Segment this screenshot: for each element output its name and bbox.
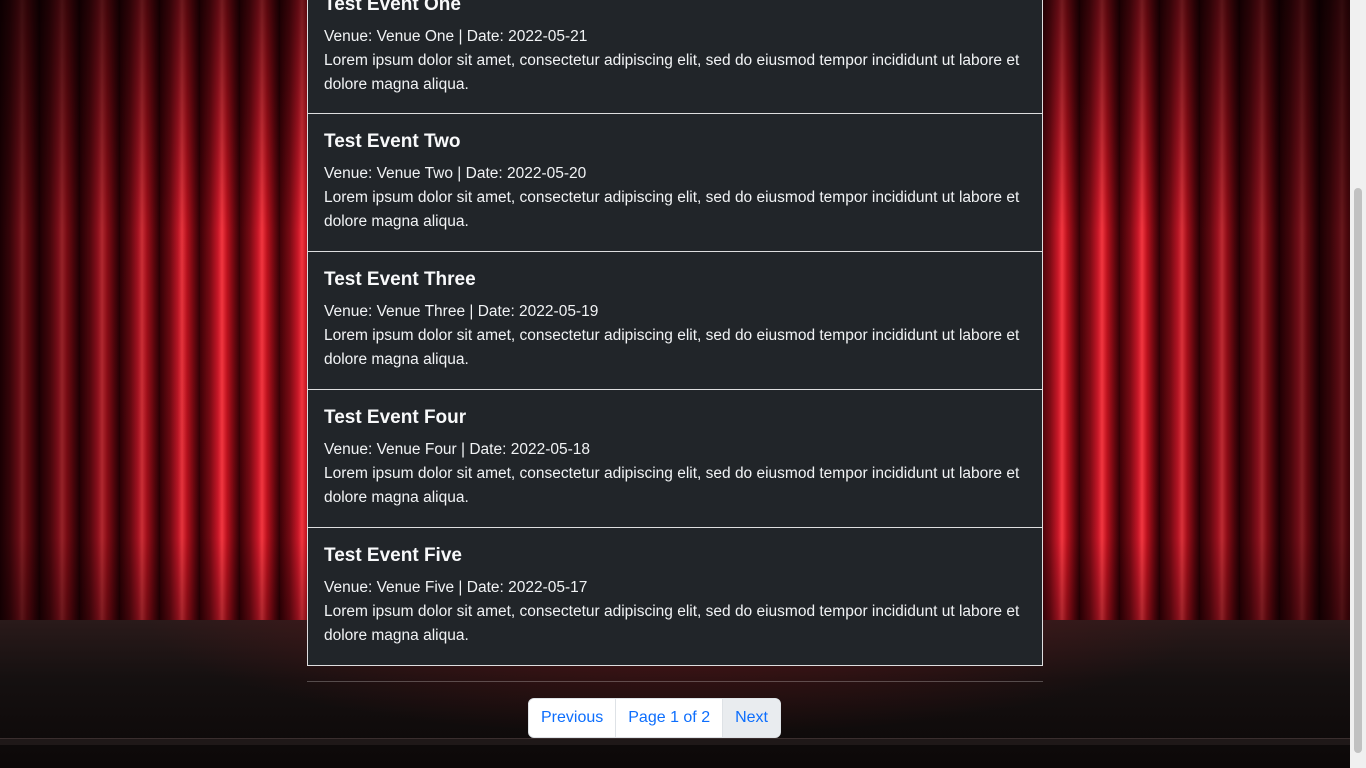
event-meta: Venue: Venue One | Date: 2022-05-21 <box>324 28 588 45</box>
event-card[interactable]: Test Event One Venue: Venue One | Date: … <box>307 0 1043 114</box>
event-card[interactable]: Test Event Two Venue: Venue Two | Date: … <box>307 114 1043 252</box>
page-indicator[interactable]: Page 1 of 2 <box>616 699 724 737</box>
next-page-button[interactable]: Next <box>723 699 780 737</box>
event-description: Lorem ipsum dolor sit amet, consectetur … <box>324 465 1020 506</box>
event-title: Test Event Two <box>324 131 461 152</box>
event-description: Lorem ipsum dolor sit amet, consectetur … <box>324 603 1020 644</box>
pagination: Previous Page 1 of 2 Next <box>528 698 781 738</box>
event-description: Lorem ipsum dolor sit amet, consectetur … <box>324 327 1020 368</box>
event-title: Test Event One <box>324 0 461 15</box>
event-card[interactable]: Test Event Four Venue: Venue Four | Date… <box>307 390 1043 528</box>
event-description: Lorem ipsum dolor sit amet, consectetur … <box>324 52 1020 93</box>
event-card[interactable]: Test Event Five Venue: Venue Five | Date… <box>307 528 1043 666</box>
event-title: Test Event Four <box>324 407 467 428</box>
previous-page-button[interactable]: Previous <box>529 699 617 737</box>
vertical-scrollbar[interactable] <box>1350 0 1366 768</box>
event-description: Lorem ipsum dolor sit amet, consectetur … <box>324 189 1020 230</box>
event-list: Test Event One Venue: Venue One | Date: … <box>307 0 1043 666</box>
scrollbar-thumb[interactable] <box>1354 188 1362 753</box>
event-title: Test Event Three <box>324 269 476 290</box>
event-title: Test Event Five <box>324 545 462 566</box>
event-meta: Venue: Venue Five | Date: 2022-05-17 <box>324 579 588 596</box>
event-card[interactable]: Test Event Three Venue: Venue Three | Da… <box>307 252 1043 390</box>
stage-edge <box>0 738 1350 745</box>
event-meta: Venue: Venue Three | Date: 2022-05-19 <box>324 303 599 320</box>
event-meta: Venue: Venue Two | Date: 2022-05-20 <box>324 165 587 182</box>
event-meta: Venue: Venue Four | Date: 2022-05-18 <box>324 441 590 458</box>
divider <box>307 681 1043 682</box>
